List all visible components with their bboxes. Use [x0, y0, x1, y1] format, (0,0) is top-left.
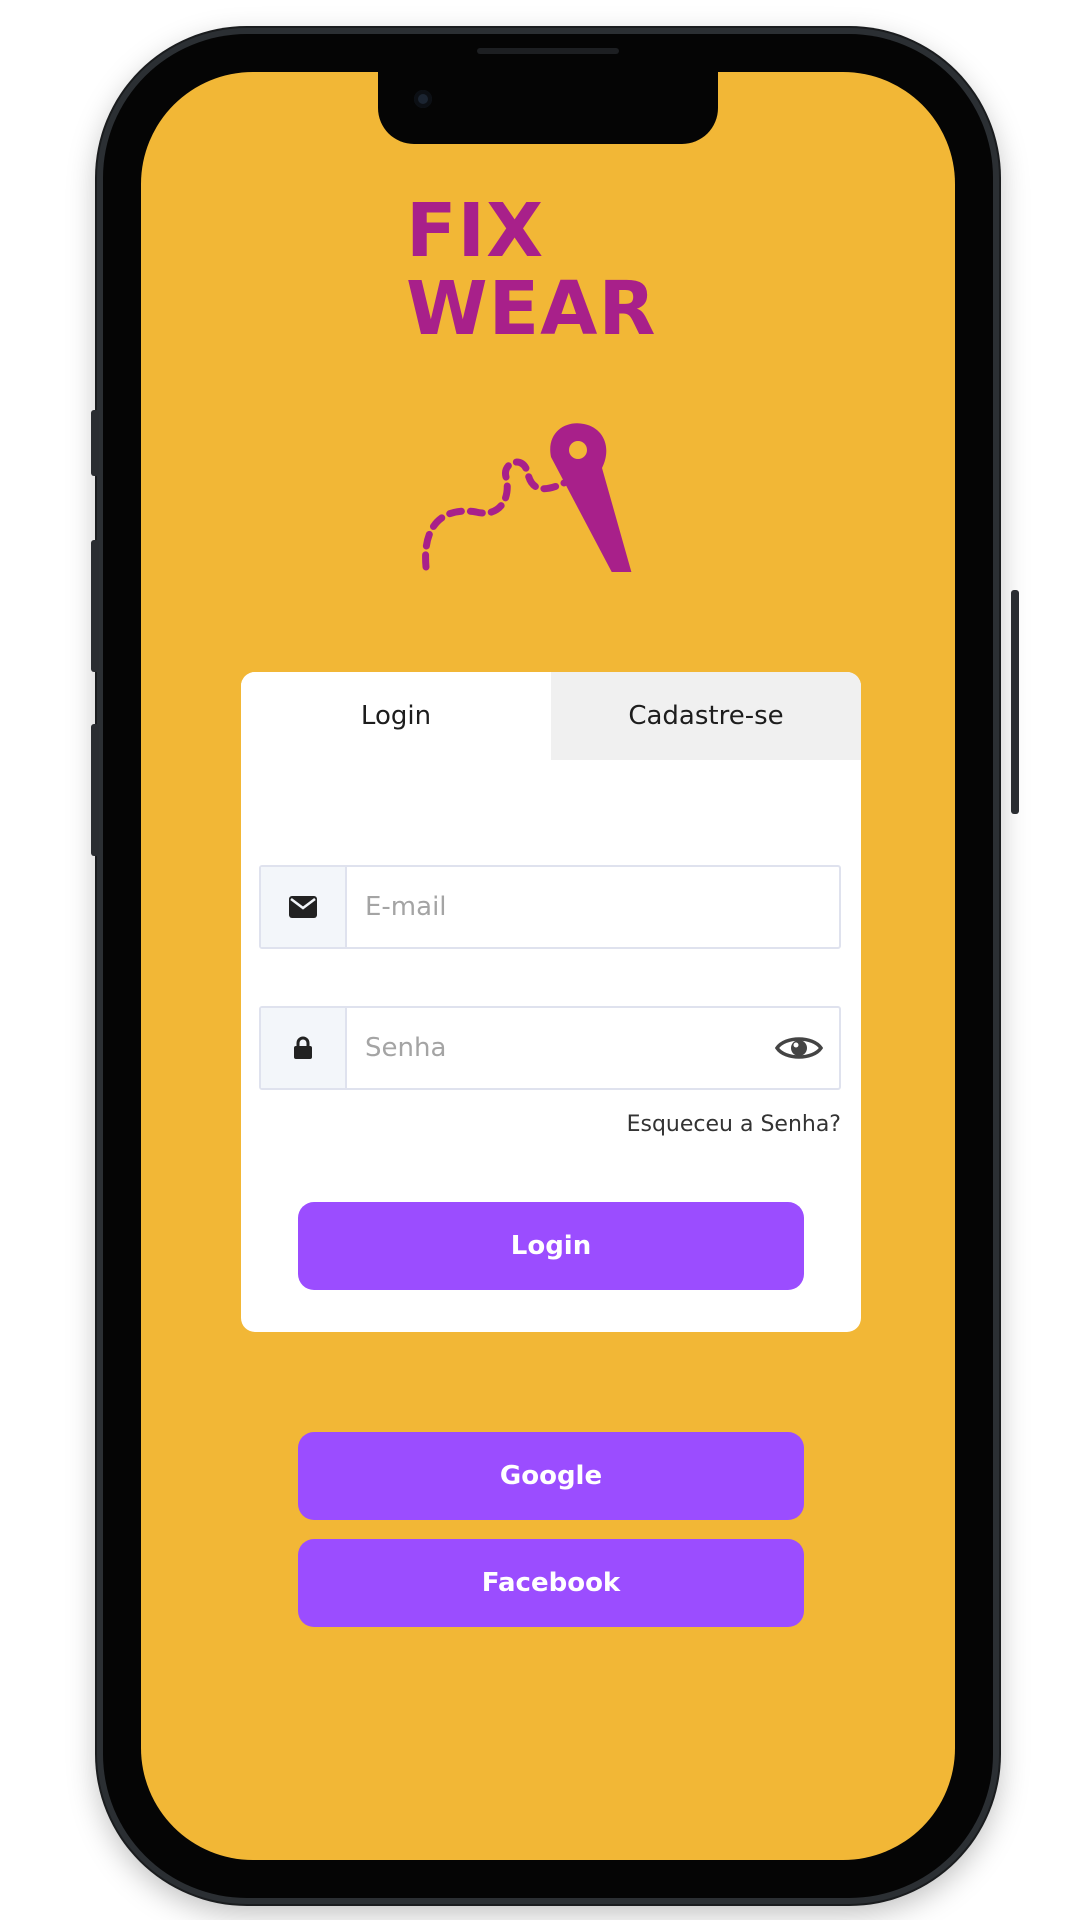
needle-icon: [422, 423, 632, 572]
camera-icon: [414, 90, 432, 108]
password-input[interactable]: [347, 1008, 759, 1088]
side-button-power: [1011, 590, 1019, 814]
facebook-login-button[interactable]: Facebook: [298, 1539, 804, 1627]
app-screen: FIX WEAR Login Cadastre-se E-mail Esquec…: [141, 72, 955, 1860]
tab-login[interactable]: Login: [241, 672, 551, 760]
email-input[interactable]: [347, 867, 839, 947]
notch: [378, 72, 718, 144]
side-button-mute: [91, 410, 99, 476]
eye-icon[interactable]: [759, 1008, 839, 1088]
envelope-icon: [261, 867, 347, 947]
password-field: [259, 1006, 841, 1090]
email-field: [259, 865, 841, 949]
earpiece-speaker: [477, 48, 619, 54]
side-button-volume-up: [91, 540, 99, 672]
google-login-button[interactable]: Google: [298, 1432, 804, 1520]
tab-register[interactable]: Cadastre-se: [551, 672, 861, 760]
page: FIX WEAR Login Cadastre-se E-mail Esquec…: [0, 0, 1080, 1920]
side-button-volume-down: [91, 724, 99, 856]
auth-tabs: Login Cadastre-se: [241, 672, 861, 760]
login-button[interactable]: Login: [298, 1202, 804, 1290]
login-card: Login Cadastre-se E-mail Esqueceu a Senh…: [241, 672, 861, 1332]
fixwear-logo: FIX WEAR: [406, 192, 706, 572]
forgot-password-link[interactable]: Esqueceu a Senha?: [627, 1112, 841, 1137]
lock-icon: [261, 1008, 347, 1088]
